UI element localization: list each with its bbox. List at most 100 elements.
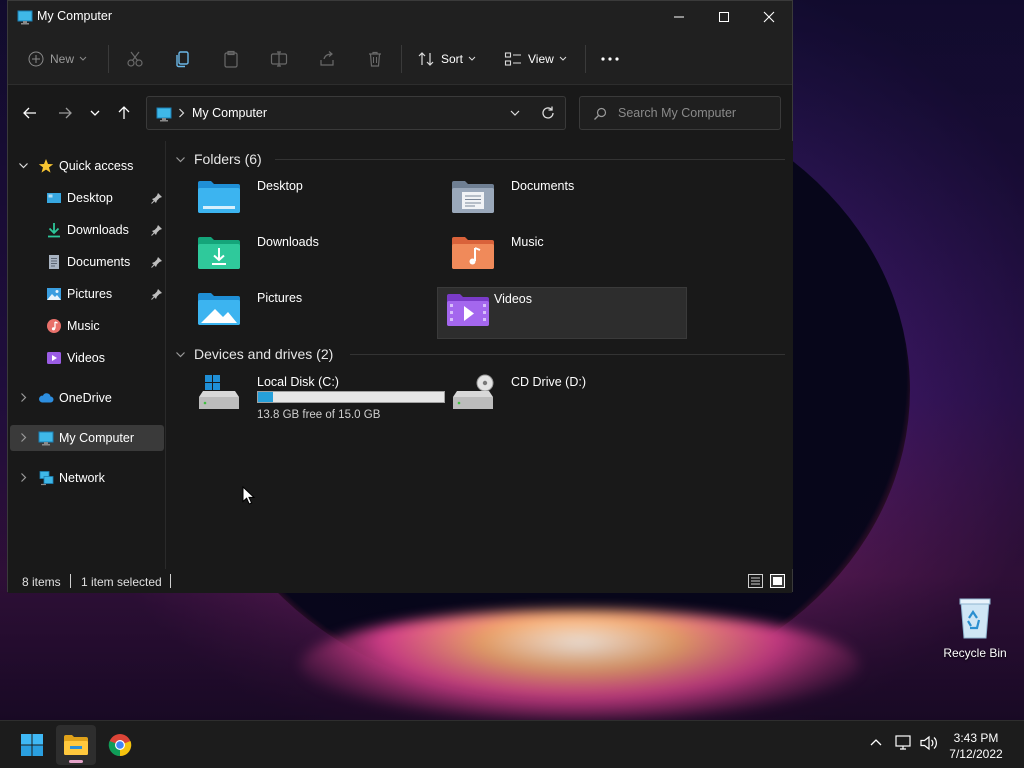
tiles-view-icon[interactable] xyxy=(770,574,785,588)
taskbar-chrome[interactable] xyxy=(100,725,140,765)
sidebar-item-label: OneDrive xyxy=(59,391,112,405)
pin-icon[interactable] xyxy=(151,192,163,204)
chevron-down-icon[interactable] xyxy=(18,160,29,171)
sidebar-item-music[interactable]: Music xyxy=(10,313,164,339)
documents-folder-icon xyxy=(452,181,494,213)
maximize-icon xyxy=(719,12,729,22)
drive-cd-d[interactable]: CD Drive (D:) xyxy=(441,371,691,423)
share-button[interactable] xyxy=(318,47,336,71)
folder-downloads[interactable]: Downloads xyxy=(187,231,437,283)
hard-drive-icon xyxy=(199,375,239,409)
close-button[interactable] xyxy=(746,1,792,33)
start-button[interactable] xyxy=(12,725,52,765)
folders-group-header[interactable]: Folders (6) xyxy=(175,149,262,169)
maximize-button[interactable] xyxy=(701,1,747,33)
taskbar-clock[interactable]: 3:43 PM 7/12/2022 xyxy=(942,730,1010,762)
view-label: View xyxy=(528,52,554,66)
chevron-up-icon[interactable] xyxy=(869,735,883,749)
search-icon xyxy=(594,107,607,120)
volume-icon[interactable] xyxy=(919,734,939,752)
delete-button[interactable] xyxy=(366,47,384,71)
recycle-bin-icon xyxy=(959,598,991,639)
search-input[interactable] xyxy=(618,104,773,122)
sidebar-item-label: Documents xyxy=(67,255,131,269)
more-icon xyxy=(601,57,619,61)
sidebar-item-network[interactable]: Network xyxy=(10,465,164,491)
chevron-down-icon[interactable] xyxy=(510,107,520,119)
running-indicator xyxy=(69,760,83,763)
music-icon xyxy=(47,319,61,333)
sidebar-item-my-computer[interactable]: My Computer xyxy=(10,425,164,451)
sidebar-item-onedrive[interactable]: OneDrive xyxy=(10,385,164,411)
selection-status: 1 item selected xyxy=(81,575,162,589)
view-button[interactable]: View xyxy=(504,47,567,71)
cut-button[interactable] xyxy=(126,47,144,71)
folder-videos[interactable]: Videos xyxy=(437,287,687,339)
clipboard-icon xyxy=(224,50,238,68)
sidebar-item-quick-access[interactable]: Quick access xyxy=(10,153,164,179)
chevron-right-icon[interactable] xyxy=(18,432,29,443)
more-options-button[interactable] xyxy=(600,47,620,71)
music-folder-icon xyxy=(452,237,494,269)
chevron-right-icon xyxy=(179,108,185,118)
details-view-icon[interactable] xyxy=(748,574,763,588)
refresh-icon[interactable] xyxy=(541,105,555,121)
address-path: My Computer xyxy=(192,106,268,120)
copy-button[interactable] xyxy=(174,47,192,71)
file-explorer-window: My Computer New Sort View My Computer Se… xyxy=(7,0,793,593)
chevron-down-icon xyxy=(176,156,185,162)
folder-desktop[interactable]: Desktop xyxy=(187,175,437,227)
rename-button[interactable] xyxy=(270,47,288,71)
sidebar-item-pictures[interactable]: Pictures xyxy=(10,281,164,307)
folder-music[interactable]: Music xyxy=(441,231,691,283)
computer-icon xyxy=(38,431,54,446)
document-icon xyxy=(49,255,59,269)
address-bar[interactable]: My Computer xyxy=(146,96,566,130)
recent-locations-button[interactable] xyxy=(83,103,107,123)
toolbar-divider xyxy=(401,45,402,73)
drive-local-disk-c[interactable]: Local Disk (C:) 13.8 GB free of 15.0 GB xyxy=(187,371,457,423)
trash-icon xyxy=(369,51,381,67)
sidebar-item-documents[interactable]: Documents xyxy=(10,249,164,275)
sidebar-item-label: Pictures xyxy=(67,287,113,301)
up-button[interactable] xyxy=(112,103,136,123)
title-bar[interactable]: My Computer xyxy=(8,1,792,33)
disk-free-space: 13.8 GB free of 15.0 GB xyxy=(257,409,381,421)
chevron-right-icon[interactable] xyxy=(18,392,29,403)
back-button[interactable] xyxy=(18,103,42,123)
taskbar-file-explorer[interactable] xyxy=(56,725,96,765)
chevron-down-icon xyxy=(176,351,185,357)
folder-documents[interactable]: Documents xyxy=(441,175,691,227)
chevron-right-icon[interactable] xyxy=(18,472,29,483)
paste-button[interactable] xyxy=(222,47,240,71)
view-list-icon xyxy=(504,52,521,66)
pin-icon[interactable] xyxy=(151,224,163,236)
sort-button[interactable]: Sort xyxy=(417,47,476,71)
copy-icon xyxy=(176,51,189,68)
command-bar: New Sort View xyxy=(8,33,792,85)
folder-label: Pictures xyxy=(257,291,303,305)
search-box[interactable] xyxy=(579,96,781,130)
forward-button[interactable] xyxy=(53,103,77,123)
drives-group-header[interactable]: Devices and drives (2) xyxy=(175,344,333,364)
sidebar-item-downloads[interactable]: Downloads xyxy=(10,217,164,243)
scissors-icon xyxy=(127,51,143,67)
pin-icon[interactable] xyxy=(151,256,163,268)
group-title: Folders (6) xyxy=(194,151,262,167)
minimize-button[interactable] xyxy=(656,1,702,33)
new-button[interactable]: New xyxy=(28,47,87,71)
computer-icon xyxy=(156,107,172,122)
toolbar-divider xyxy=(108,45,109,73)
rename-icon xyxy=(270,51,288,67)
folder-pictures[interactable]: Pictures xyxy=(187,287,437,339)
mouse-pointer-icon xyxy=(242,486,256,505)
network-status-icon[interactable] xyxy=(895,734,913,752)
navigation-pane: Quick access Desktop Downloads Documents… xyxy=(8,141,166,569)
videos-folder-icon xyxy=(447,294,489,326)
recycle-bin-shortcut[interactable]: Recycle Bin xyxy=(940,596,1010,660)
pin-icon[interactable] xyxy=(151,288,163,300)
sidebar-item-videos[interactable]: Videos xyxy=(10,345,164,371)
sidebar-item-desktop[interactable]: Desktop xyxy=(10,185,164,211)
share-icon xyxy=(320,51,334,66)
window-title: My Computer xyxy=(37,9,113,23)
